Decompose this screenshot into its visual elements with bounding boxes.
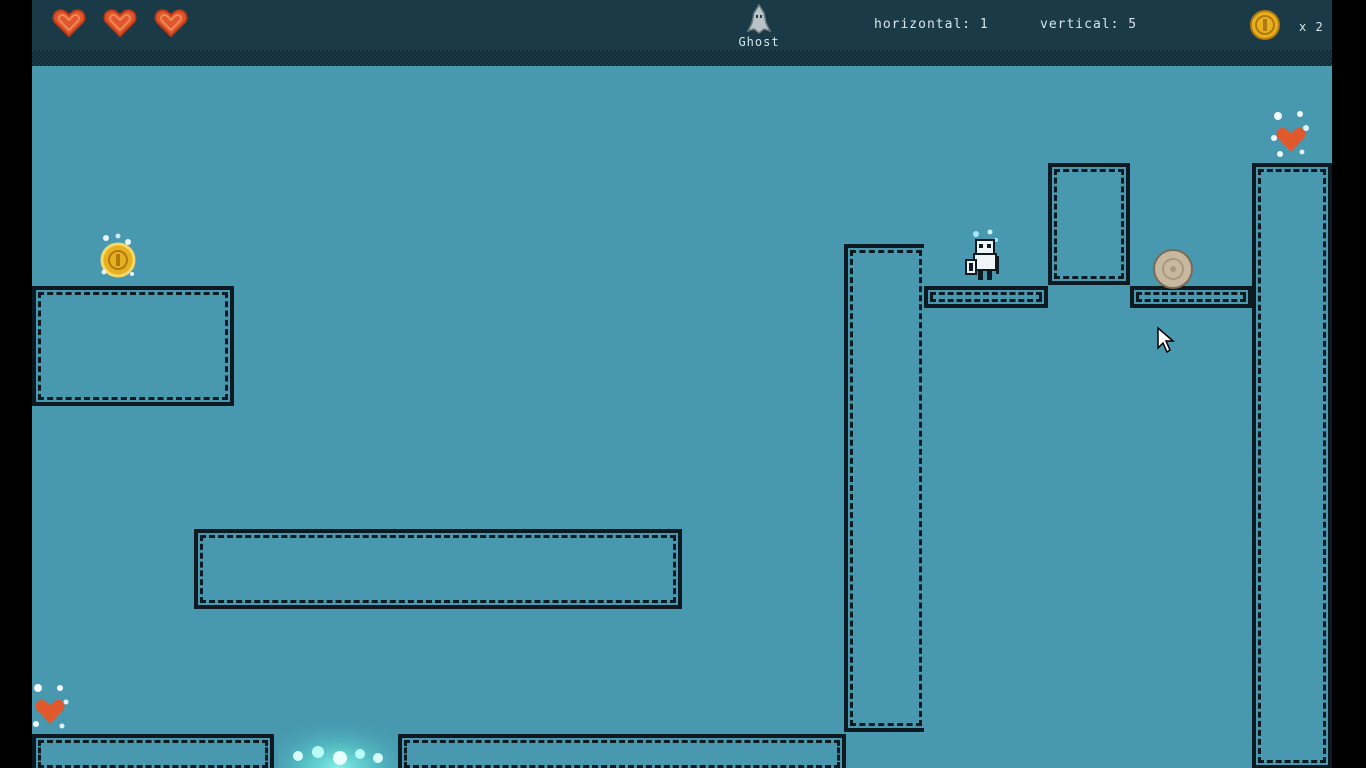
mouse-cursor-icon (1157, 326, 1176, 354)
level-area (32, 66, 1332, 768)
coin-pickup (100, 233, 136, 278)
horizontal-readout: horizontal: 1 (874, 17, 989, 32)
ledge-character (924, 286, 1048, 308)
vertical-readout: vertical: 5 (1040, 17, 1138, 32)
boulder-enemy (1153, 249, 1193, 289)
character-name: Ghost (738, 35, 780, 49)
tower-pillar-middle (1048, 163, 1130, 285)
heart-pickup-top-right (1271, 111, 1309, 157)
floating-platform-left (32, 286, 234, 406)
floor-segment-left (32, 734, 274, 768)
hud-divider (32, 50, 1332, 66)
hud-bar: Ghost horizontal: 1 vertical: 5 x 2 (32, 0, 1332, 50)
coin-count: x 2 (1299, 20, 1324, 34)
game-viewport[interactable]: Ghost horizontal: 1 vertical: 5 x 2 (32, 0, 1332, 768)
heart-icon (103, 9, 137, 38)
ghost-icon (746, 3, 772, 34)
coin-icon (1250, 10, 1280, 40)
floating-platform-middle (194, 529, 682, 609)
tower-wall-left (844, 244, 924, 732)
glow-pit (278, 696, 398, 768)
heart-icon (52, 9, 86, 38)
floor-segment-middle (398, 734, 846, 768)
heart-pickup-bottom-left (33, 684, 69, 729)
tower-wall-right (1252, 163, 1332, 768)
player-character (965, 229, 999, 280)
heart-icon (154, 9, 188, 38)
